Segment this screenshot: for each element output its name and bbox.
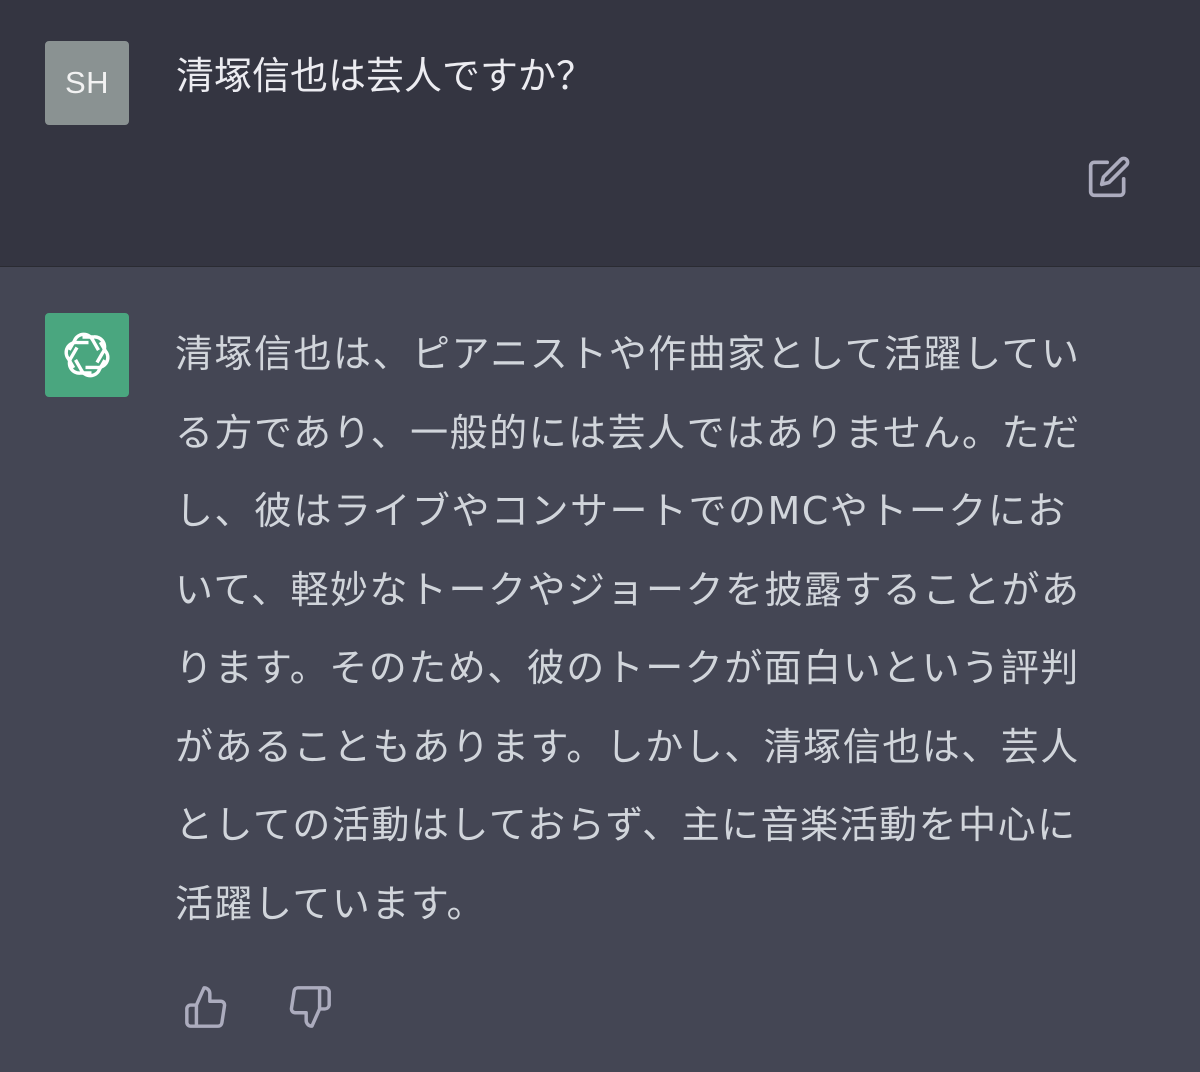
edit-button[interactable] bbox=[1084, 152, 1134, 202]
assistant-message: 清塚信也は、ピアニストや作曲家として活躍してい る方であり、一般的には芸人ではあ… bbox=[0, 267, 1200, 1072]
thumbs-down-button[interactable] bbox=[284, 981, 336, 1033]
thumbs-down-icon bbox=[289, 986, 331, 1028]
edit-icon bbox=[1088, 156, 1130, 198]
assistant-avatar bbox=[45, 313, 129, 397]
answer-line: る方であり、一般的には芸人ではありません。ただ bbox=[175, 410, 1081, 455]
openai-logo-icon bbox=[64, 332, 110, 378]
thumbs-up-icon bbox=[185, 986, 227, 1028]
answer-line: 活躍しています。 bbox=[175, 881, 487, 926]
user-avatar: SH bbox=[45, 41, 129, 125]
answer-line: としての活動はしておらず、主に音楽活動を中心に bbox=[175, 803, 1077, 847]
assistant-message-text: 清塚信也は、ピアニストや作曲家として活躍してい る方であり、一般的には芸人ではあ… bbox=[175, 315, 1155, 943]
user-message-text: 清塚信也は芸人ですか？ bbox=[176, 54, 595, 98]
feedback-buttons bbox=[180, 981, 336, 1033]
answer-line: いて、軽妙なトークやジョークを披露することがあ bbox=[175, 567, 1081, 612]
answer-line: ります。そのため、彼のトークが面白いという評判 bbox=[175, 646, 1080, 690]
answer-line: があることもあります。しかし、清塚信也は、芸人 bbox=[175, 724, 1080, 769]
user-message: SH 清塚信也は芸人ですか？ bbox=[0, 0, 1200, 267]
answer-line: 清塚信也は、ピアニストや作曲家として活躍してい bbox=[175, 332, 1081, 376]
answer-line: し、彼はライブやコンサートでのMCやトークにお bbox=[175, 489, 1067, 533]
thumbs-up-button[interactable] bbox=[180, 981, 232, 1033]
